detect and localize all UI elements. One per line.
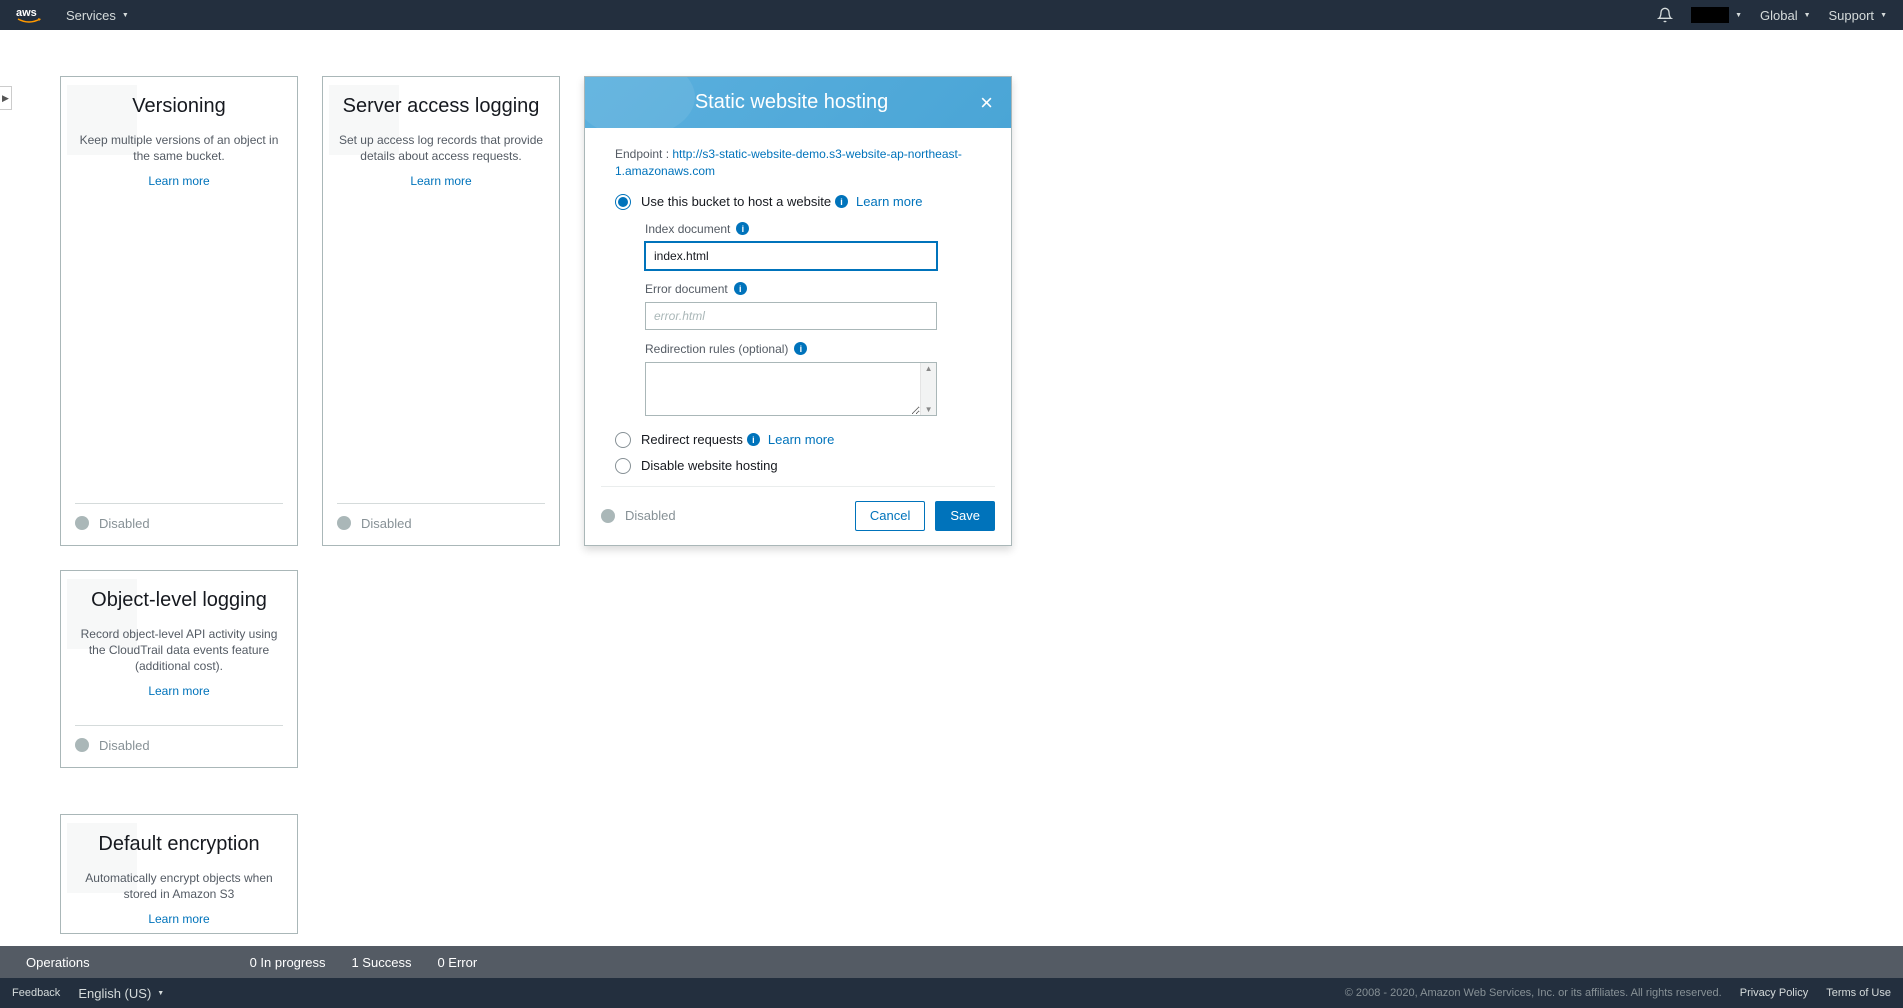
endpoint-row: Endpoint : http://s3-static-website-demo… [615, 146, 981, 180]
card-active-footer: Disabled Cancel Save [601, 486, 995, 545]
status-dot-icon [75, 738, 89, 752]
copyright-text: © 2008 - 2020, Amazon Web Services, Inc.… [1345, 987, 1722, 999]
card-versioning[interactable]: Versioning Keep multiple versions of an … [60, 76, 298, 546]
aws-logo[interactable]: aws [16, 5, 48, 25]
region-menu[interactable]: Global ▼ [1760, 8, 1811, 23]
card-title: Versioning [75, 95, 283, 118]
card-description: Keep multiple versions of an object in t… [75, 132, 283, 164]
learn-more-link[interactable]: Learn more [856, 194, 922, 209]
scroll-up-icon: ▲ [921, 364, 936, 373]
footer: Feedback English (US) ▼ © 2008 - 2020, A… [0, 978, 1903, 1008]
redirection-rules-label: Redirection rules (optional) [645, 342, 788, 356]
top-nav: aws Services ▼ ▼ Global ▼ Support ▼ [0, 0, 1903, 30]
card-footer: Disabled [75, 725, 283, 753]
services-menu[interactable]: Services ▼ [66, 8, 129, 23]
status-dot-icon [601, 509, 615, 523]
status-text: Disabled [625, 508, 676, 523]
privacy-policy-link[interactable]: Privacy Policy [1740, 987, 1808, 999]
card-default-encryption[interactable]: Default encryption Automatically encrypt… [60, 814, 298, 934]
card-title: Static website hosting [603, 91, 980, 114]
card-title: Default encryption [75, 833, 283, 856]
aws-logo-icon: aws [16, 5, 48, 25]
radio-label: Redirect requests [641, 432, 743, 447]
svg-text:aws: aws [16, 7, 37, 19]
status-dot-icon [337, 516, 351, 530]
operations-label: Operations [26, 955, 90, 970]
services-label: Services [66, 8, 116, 23]
error-document-label: Error document [645, 282, 728, 296]
radio-redirect-requests[interactable] [615, 432, 631, 448]
info-icon[interactable]: i [835, 195, 848, 208]
learn-more-link[interactable]: Learn more [75, 684, 283, 698]
card-static-website-hosting: Static website hosting × Endpoint : http… [584, 76, 1012, 546]
support-label: Support [1829, 8, 1875, 23]
bell-icon [1657, 7, 1673, 23]
card-footer: Disabled [337, 503, 545, 531]
learn-more-link[interactable]: Learn more [75, 174, 283, 188]
card-title: Server access logging [337, 95, 545, 118]
ops-in-progress: 0 In progress [250, 955, 326, 970]
status-text: Disabled [99, 516, 150, 531]
caret-down-icon: ▼ [1804, 12, 1811, 19]
learn-more-link[interactable]: Learn more [768, 432, 834, 447]
account-menu[interactable]: ▼ [1691, 7, 1742, 23]
caret-down-icon: ▼ [122, 12, 129, 19]
ops-error: 0 Error [437, 955, 477, 970]
card-description: Automatically encrypt objects when store… [75, 870, 283, 902]
card-description: Set up access log records that provide d… [337, 132, 545, 164]
card-description: Record object-level API activity using t… [75, 626, 283, 675]
scroll-down-icon: ▼ [921, 405, 936, 414]
support-menu[interactable]: Support ▼ [1829, 8, 1887, 23]
caret-down-icon: ▼ [1735, 12, 1742, 19]
operations-bar: Operations 0 In progress 1 Success 0 Err… [0, 946, 1903, 978]
status-dot-icon [75, 516, 89, 530]
close-icon[interactable]: × [980, 92, 993, 114]
status-text: Disabled [361, 516, 412, 531]
learn-more-link[interactable]: Learn more [337, 174, 545, 188]
info-icon[interactable]: i [747, 433, 760, 446]
feedback-link[interactable]: Feedback [12, 987, 60, 999]
index-document-input[interactable] [645, 242, 937, 270]
radio-label: Disable website hosting [641, 458, 778, 473]
radio-disable-hosting[interactable] [615, 458, 631, 474]
radio-label: Use this bucket to host a website [641, 194, 831, 209]
cancel-button[interactable]: Cancel [855, 501, 925, 531]
caret-down-icon: ▼ [1880, 12, 1887, 19]
card-title: Object-level logging [75, 589, 283, 612]
sidebar-expander[interactable]: ▶ [0, 86, 12, 110]
property-cards-row: Versioning Keep multiple versions of an … [0, 30, 1300, 814]
info-icon[interactable]: i [794, 342, 807, 355]
error-document-input[interactable] [645, 302, 937, 330]
scrollbar[interactable]: ▲ ▼ [920, 363, 936, 415]
region-label: Global [1760, 8, 1798, 23]
language-label: English (US) [78, 986, 151, 1001]
card-object-level-logging[interactable]: Object-level logging Record object-level… [60, 570, 298, 768]
card-active-header: Static website hosting × [585, 77, 1011, 128]
property-cards-row-2: Default encryption Automatically encrypt… [0, 814, 1903, 934]
status-text: Disabled [99, 738, 150, 753]
account-name-redacted [1691, 7, 1729, 23]
info-icon[interactable]: i [736, 222, 749, 235]
notifications-button[interactable] [1657, 7, 1673, 23]
index-document-label: Index document [645, 222, 730, 236]
info-icon[interactable]: i [734, 282, 747, 295]
card-footer: Disabled [75, 503, 283, 531]
ops-success: 1 Success [351, 955, 411, 970]
card-server-access-logging[interactable]: Server access logging Set up access log … [322, 76, 560, 546]
redirection-rules-input[interactable] [646, 363, 920, 415]
language-menu[interactable]: English (US) ▼ [78, 986, 164, 1001]
save-button[interactable]: Save [935, 501, 995, 531]
caret-down-icon: ▼ [157, 990, 164, 997]
radio-use-bucket-host[interactable] [615, 194, 631, 210]
endpoint-label: Endpoint : [615, 147, 672, 161]
terms-of-use-link[interactable]: Terms of Use [1826, 987, 1891, 999]
learn-more-link[interactable]: Learn more [75, 912, 283, 926]
